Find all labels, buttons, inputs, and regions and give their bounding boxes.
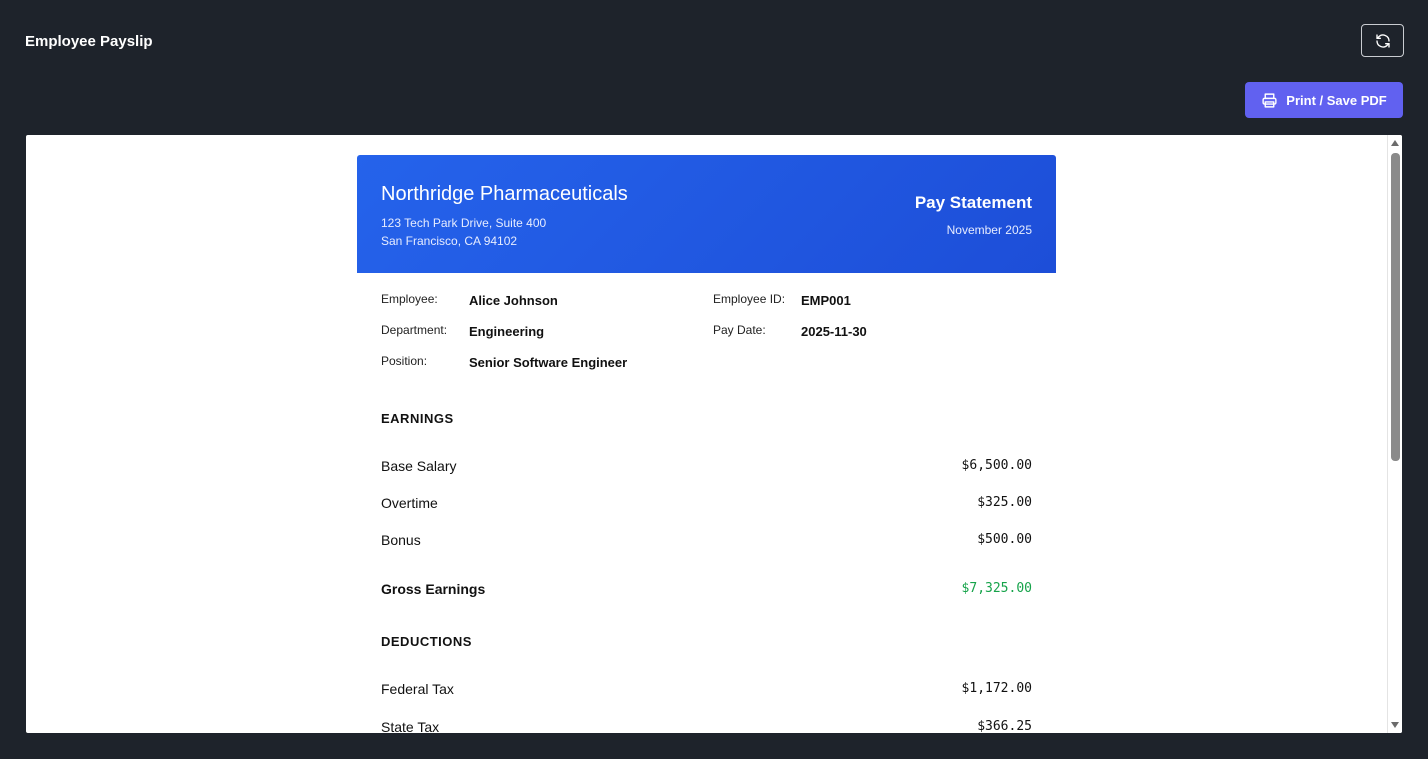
payslip-header: Northridge Pharmaceuticals 123 Tech Park… — [357, 155, 1056, 273]
gross-earnings-label: Gross Earnings — [381, 581, 486, 597]
print-button-label: Print / Save PDF — [1286, 92, 1387, 108]
deduction-label: State Tax — [381, 719, 440, 733]
employee-name: Alice Johnson — [469, 293, 558, 308]
employee-id-value: EMP001 — [801, 293, 851, 308]
employee-info: Employee: Alice Johnson Department: Engi… — [357, 273, 1056, 388]
earning-amount: $6,500.00 — [961, 458, 1032, 473]
scroll-up-arrow-icon[interactable] — [1391, 140, 1399, 146]
earning-label: Overtime — [381, 495, 438, 511]
deduction-amount: $1,172.00 — [961, 681, 1032, 696]
payslip-app: Employee Payslip Print / Save PDF Northr… — [0, 0, 1428, 759]
position-label: Position: — [381, 354, 428, 368]
earning-label: Base Salary — [381, 458, 457, 474]
statement-period: November 2025 — [946, 223, 1032, 237]
pay-date-label: Pay Date: — [713, 323, 766, 337]
refresh-icon — [1375, 33, 1390, 48]
print-save-pdf-button[interactable]: Print / Save PDF — [1245, 82, 1403, 118]
deduction-label: Federal Tax — [381, 681, 454, 697]
printer-icon — [1262, 92, 1277, 108]
department-label: Department: — [381, 323, 448, 337]
company-name: Northridge Pharmaceuticals — [381, 183, 628, 205]
department-value: Engineering — [469, 324, 545, 339]
position-value: Senior Software Engineer — [469, 355, 628, 370]
statement-title: Pay Statement — [914, 193, 1032, 212]
refresh-button[interactable] — [1361, 24, 1404, 57]
app-title: Employee Payslip — [25, 33, 153, 50]
earning-label: Bonus — [381, 532, 421, 548]
company-address-line1: 123 Tech Park Drive, Suite 400 — [381, 216, 547, 230]
payslip-body: EARNINGS Base Salary $6,500.00 Overtime … — [357, 388, 1056, 733]
deduction-amount: $366.25 — [977, 719, 1032, 733]
company-address-line2: San Francisco, CA 94102 — [381, 234, 518, 248]
earnings-title: EARNINGS — [381, 411, 454, 426]
vertical-scrollbar[interactable] — [1387, 135, 1402, 733]
gross-earnings-amount: $7,325.00 — [961, 581, 1032, 596]
payslip-document: Northridge Pharmaceuticals 123 Tech Park… — [357, 155, 1056, 733]
pay-date-value: 2025-11-30 — [801, 324, 867, 339]
employee-name-label: Employee: — [381, 292, 438, 306]
deductions-title: DEDUCTIONS — [381, 634, 472, 649]
scroll-down-arrow-icon[interactable] — [1391, 722, 1399, 728]
earning-amount: $500.00 — [977, 532, 1032, 547]
earning-amount: $325.00 — [977, 495, 1032, 510]
employee-id-label: Employee ID: — [713, 292, 786, 306]
scroll-thumb[interactable] — [1391, 153, 1400, 461]
payslip-viewer[interactable]: Northridge Pharmaceuticals 123 Tech Park… — [26, 135, 1402, 733]
